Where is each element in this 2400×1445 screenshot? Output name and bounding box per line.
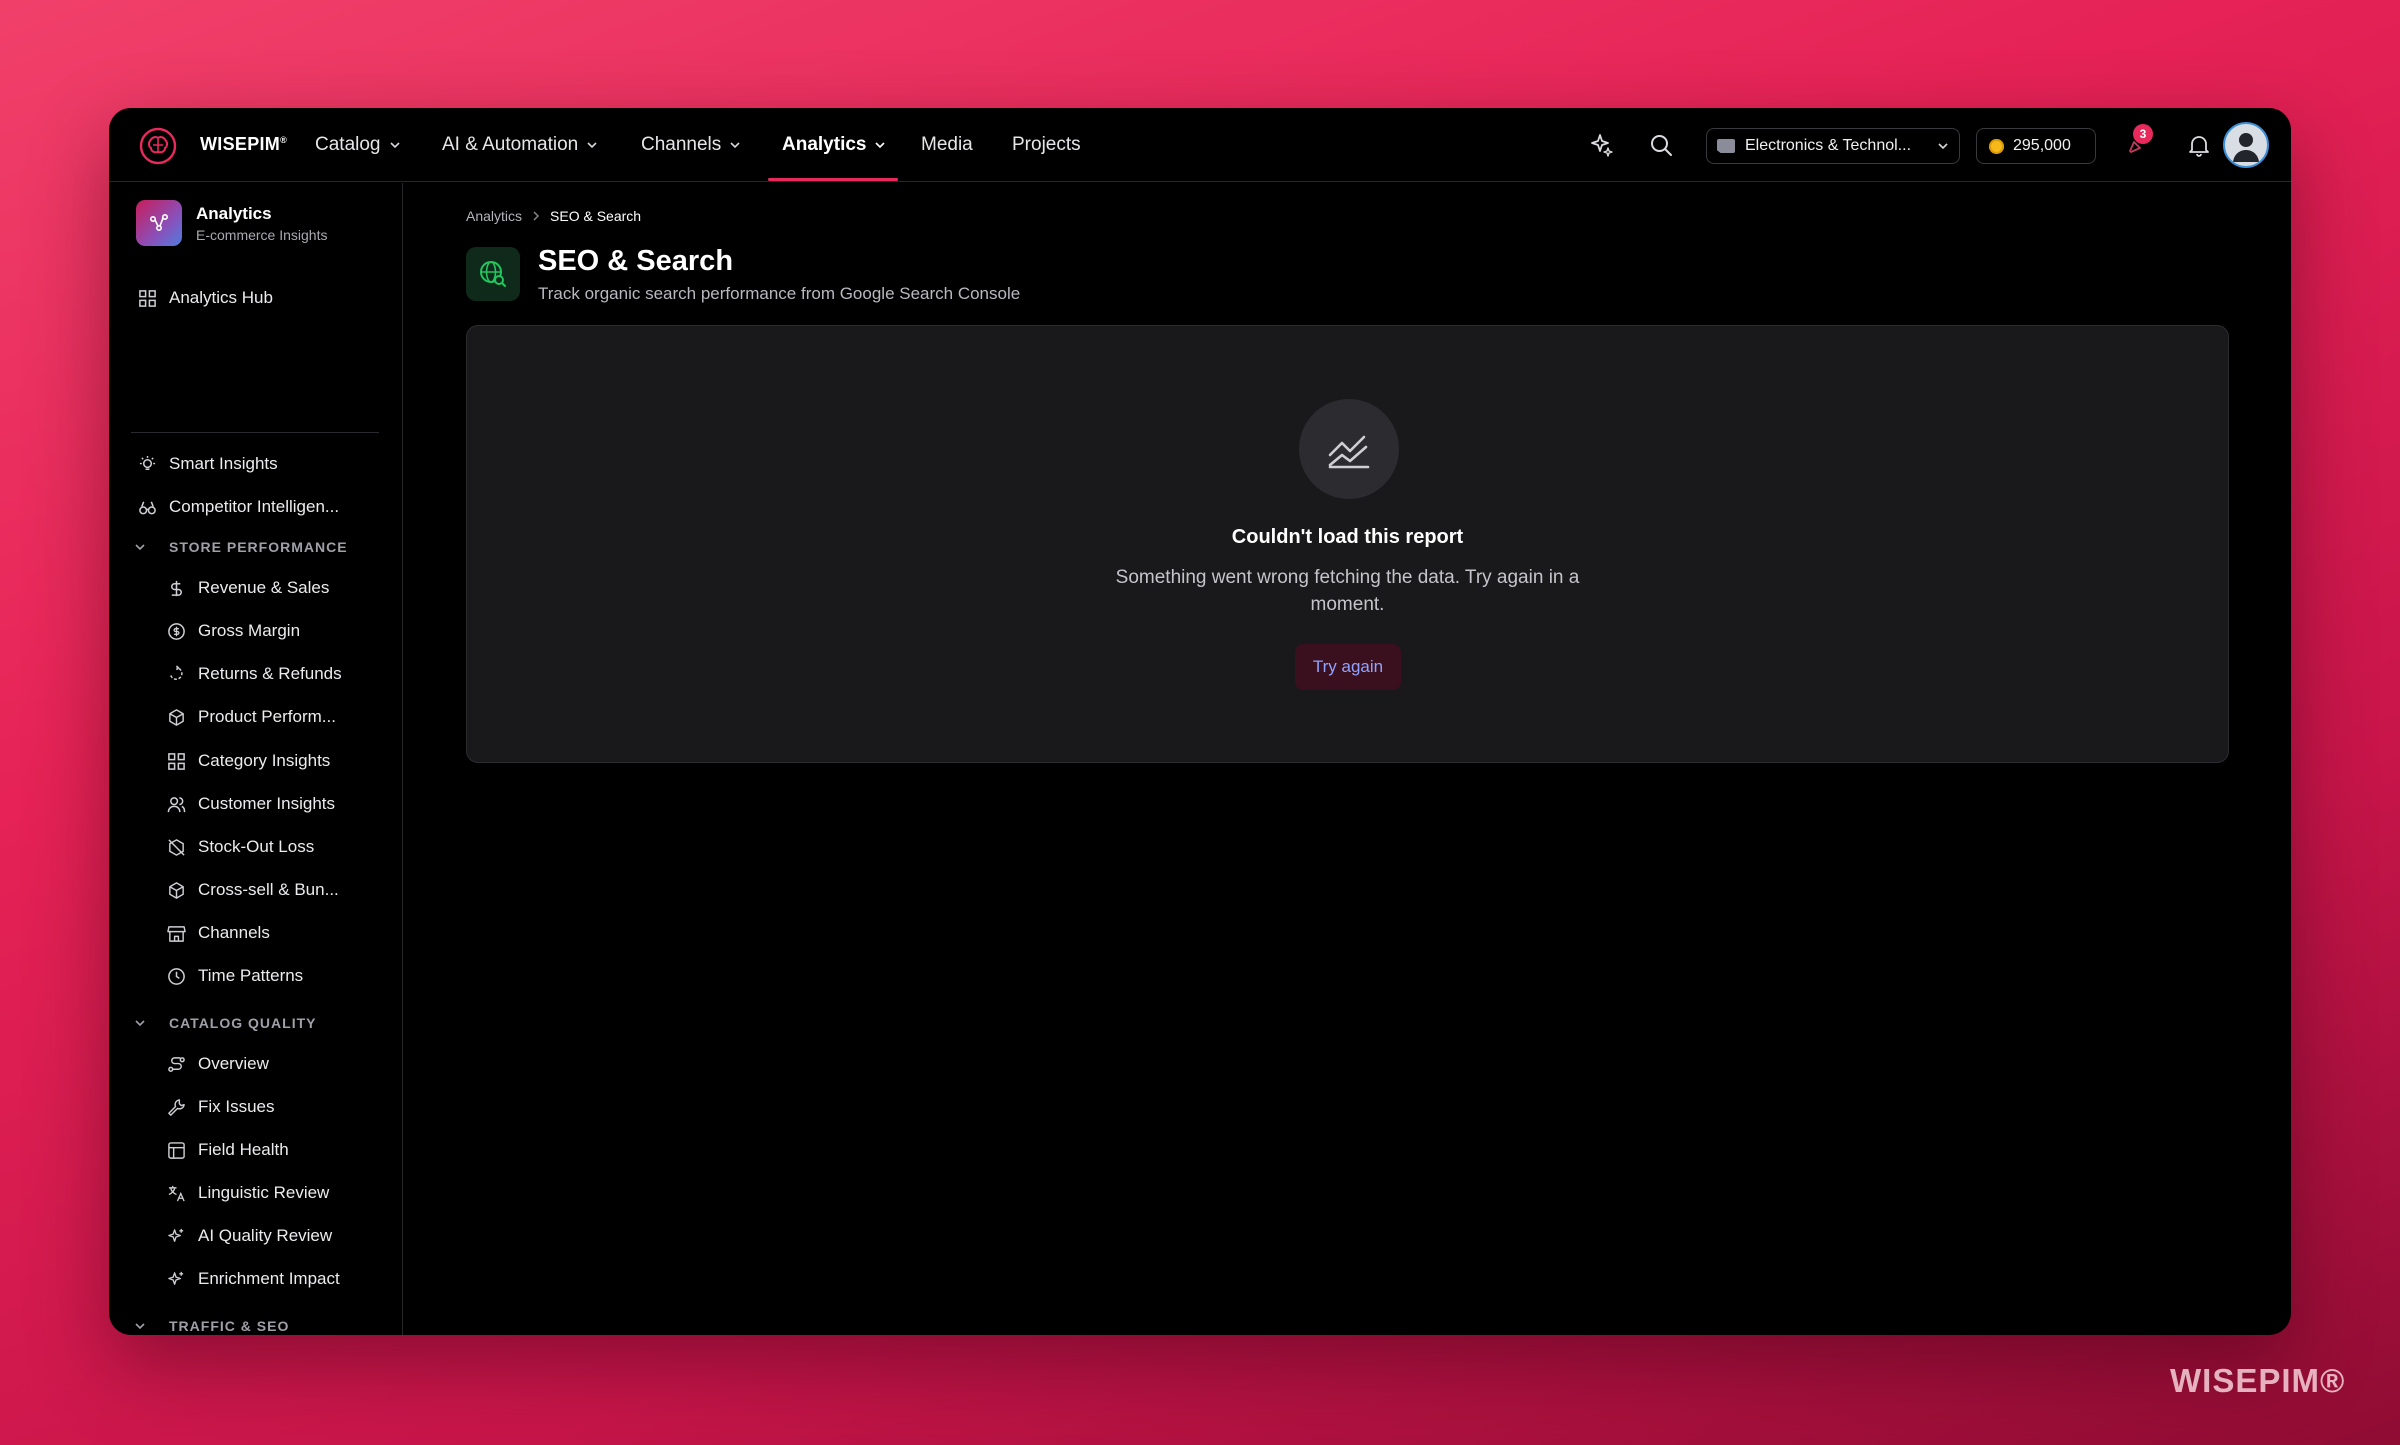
nav-ai-automation[interactable]: AI & Automation (442, 132, 598, 158)
sidebar-item-customer-insights[interactable]: Customer Insights (167, 789, 335, 819)
sidebar-item-stock-out-loss[interactable]: Stock-Out Loss (167, 832, 314, 862)
sparkles-icon (168, 1271, 184, 1285)
chevron-right-icon (533, 211, 540, 221)
sidebar-item-cross-sell-bundles[interactable]: Cross-sell & Bun... (167, 875, 339, 905)
section-store-performance[interactable]: STORE PERFORMANCE (133, 539, 348, 555)
chevron-down-icon (389, 142, 400, 149)
sidebar-item-field-health[interactable]: Field Health (167, 1135, 289, 1165)
section-traffic-seo[interactable]: TRAFFIC & SEO (133, 1318, 289, 1334)
sidebar-item-overview[interactable]: Overview (167, 1049, 269, 1079)
lightbulb-icon (139, 455, 156, 470)
sidebar-item-revenue-sales[interactable]: Revenue & Sales (167, 573, 329, 603)
chevron-down-icon (1938, 143, 1948, 150)
wrench-icon (168, 1098, 185, 1116)
users-icon (167, 796, 186, 812)
search-icon[interactable] (1647, 131, 1675, 159)
user-avatar[interactable] (2223, 122, 2269, 168)
sidebar-item-product-performance[interactable]: Product Perform... (167, 702, 336, 732)
breadcrumb-analytics[interactable]: Analytics (466, 208, 522, 224)
box-off-icon (168, 838, 185, 856)
try-again-button[interactable]: Try again (1295, 644, 1401, 690)
coin-dollar-icon (168, 622, 185, 640)
brand-watermark: WISEPIM® (2170, 1362, 2346, 1399)
notification-count-badge: 3 (2133, 124, 2153, 144)
error-card: Couldn't load this report Something went… (466, 325, 2229, 763)
nav-media[interactable]: Media (921, 132, 973, 158)
sidebar-item-linguistic-review[interactable]: Linguistic Review (167, 1178, 329, 1208)
globe-search-icon (466, 247, 520, 301)
breadcrumb-current: SEO & Search (550, 208, 642, 224)
store-flag-icon (1717, 139, 1735, 153)
chevron-down-icon (135, 544, 145, 551)
nav-channels[interactable]: Channels (641, 132, 741, 158)
user-icon (2233, 133, 2259, 162)
store-icon (167, 925, 186, 942)
page-title: SEO & Search (538, 245, 734, 277)
coin-icon (1989, 138, 2004, 154)
clock-icon (168, 967, 185, 985)
page-subtitle: Track organic search performance from Go… (538, 284, 1021, 303)
chevron-down-icon (135, 1020, 145, 1027)
brand-name[interactable]: WISEPIM® (200, 134, 287, 155)
box-icon (169, 881, 184, 899)
credits-balance[interactable]: 295,000 (1976, 128, 2096, 164)
sidebar-item-ai-quality-review[interactable]: AI Quality Review (167, 1221, 332, 1251)
chart-error-icon (1299, 399, 1399, 499)
sidebar-item-category-insights[interactable]: Category Insights (167, 746, 330, 776)
sparkles-icon (168, 1228, 184, 1242)
translate-icon (168, 1185, 185, 1201)
store-selector[interactable]: Electronics & Technol... (1706, 128, 1960, 164)
error-message: Something went wrong fetching the data. … (1115, 567, 1580, 615)
sidebar-item-gross-margin[interactable]: Gross Margin (167, 616, 300, 646)
brain-logo-icon[interactable] (138, 126, 178, 166)
section-catalog-quality[interactable]: CATALOG QUALITY (133, 1015, 316, 1031)
box-icon (169, 708, 184, 726)
dollar-icon (171, 580, 182, 596)
sidebar-subtitle: E-commerce Insights (196, 226, 328, 243)
error-title: Couldn't load this report (1231, 526, 1464, 548)
binoculars-icon (139, 501, 156, 514)
chevron-down-icon (875, 142, 886, 149)
chevron-down-icon (135, 1323, 145, 1330)
sidebar-item-returns-refunds[interactable]: Returns & Refunds (167, 659, 342, 689)
grid-icon (168, 752, 185, 770)
active-tab-indicator (768, 178, 898, 181)
refresh-icon (170, 664, 183, 680)
sidebar-item-analytics-hub[interactable]: Analytics Hub (138, 283, 273, 313)
main-content: Analytics SEO & Search SEO & Search Trac… (404, 183, 2291, 1335)
route-icon (168, 1056, 185, 1072)
chevron-down-icon (587, 142, 597, 149)
sidebar: Analytics E-commerce Insights Analytics … (109, 183, 403, 1335)
table-icon (168, 1141, 185, 1159)
app-window: WISEPIM® Catalog AI & Automation Channel… (109, 108, 2291, 1335)
sidebar-item-enrichment-impact[interactable]: Enrichment Impact (167, 1264, 340, 1294)
chevron-down-icon (730, 142, 740, 149)
bell-icon[interactable] (2185, 131, 2213, 159)
sidebar-title: Analytics (196, 203, 272, 223)
analytics-app-icon (136, 200, 182, 246)
sidebar-item-time-patterns[interactable]: Time Patterns (167, 961, 303, 991)
sidebar-divider (131, 432, 379, 433)
sidebar-header: Analytics E-commerce Insights (136, 200, 327, 246)
breadcrumb: Analytics SEO & Search (466, 208, 641, 224)
sidebar-item-channels[interactable]: Channels (167, 918, 270, 948)
sidebar-item-smart-insights[interactable]: Smart Insights (138, 449, 278, 479)
nav-projects[interactable]: Projects (1012, 132, 1081, 158)
sidebar-item-competitor-intelligence[interactable]: Competitor Intelligen... (138, 492, 339, 522)
sidebar-item-fix-issues[interactable]: Fix Issues (167, 1092, 275, 1122)
grid-icon (139, 289, 156, 307)
sparkles-icon[interactable] (1587, 131, 1615, 159)
nav-analytics[interactable]: Analytics (782, 132, 886, 158)
top-navigation: WISEPIM® Catalog AI & Automation Channel… (109, 108, 2291, 182)
nav-catalog[interactable]: Catalog (315, 132, 401, 158)
